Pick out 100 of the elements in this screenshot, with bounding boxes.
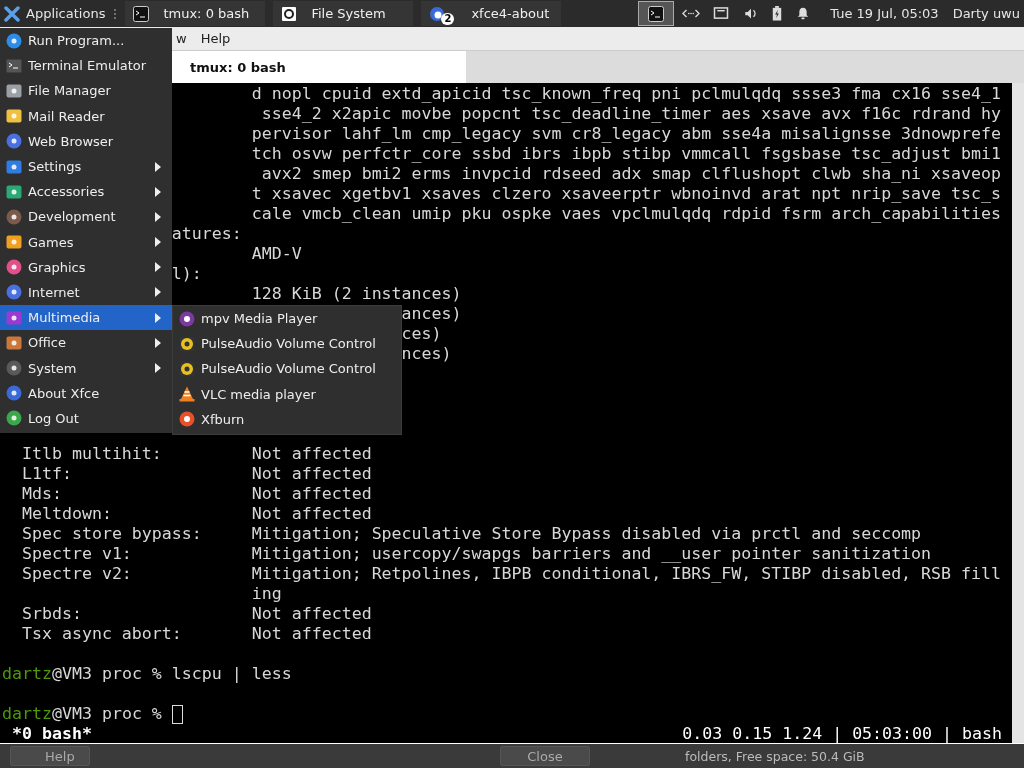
menu-item[interactable]: Internet — [0, 279, 172, 306]
menu-item-label: Development — [28, 209, 117, 225]
terminal-text: AMD-V — [251, 244, 302, 264]
terminal-text: cale vmcb_clean umip pku ospke vaes vpclmulqdq rdpid fsrm arch_capabilities — [251, 204, 1002, 224]
terminal-text: 128 KiB (2 instances) — [251, 284, 462, 304]
terminal-text: L1tf: — [21, 464, 72, 484]
menu-item[interactable]: System — [0, 355, 172, 381]
menu-bar-item[interactable]: Help — [200, 31, 231, 46]
terminal-text: Not affected — [251, 504, 373, 524]
help-button[interactable]: Help — [10, 746, 90, 766]
menu-item[interactable]: Mail Reader — [0, 103, 172, 129]
terminal-text: nces) — [401, 344, 452, 364]
menu-item-label: VLC media player — [201, 386, 317, 402]
menu-item[interactable]: Development — [0, 204, 172, 230]
terminal-text: pervisor lahf_lm cmp_legacy svm cr8_legacy abm sse4a misalignsse 3dnowprefe — [251, 124, 1002, 144]
menu-item[interactable]: PulseAudio Volume Control — [173, 356, 401, 382]
terminal-text: Spectre v2: — [21, 564, 132, 584]
menu-item[interactable]: Settings — [0, 153, 172, 180]
menu-item[interactable]: Web Browser — [0, 128, 172, 154]
close-button[interactable]: Close — [500, 746, 590, 766]
menu-item-label: Run Program... — [28, 33, 126, 49]
terminal-text: Not affected — [251, 624, 373, 644]
terminal-text: Mitigation; Speculative Store Bypass disabled via prctl and seccomp — [251, 524, 923, 544]
menu-item-label: Accessories — [28, 184, 106, 200]
terminal-text: Mitigation; Retpolines, IBPB conditional, IBRS_FW, STIBP disabled, RSB fill — [251, 564, 1003, 584]
terminal-icon — [648, 5, 665, 22]
terminal-text: Not affected — [251, 484, 373, 504]
status-text: 0.03 0.15 1.24 | 05:03:00 | bash — [682, 724, 1002, 743]
menu-item-label: Settings — [28, 159, 83, 175]
menu-item-label: mpv Media Player — [201, 311, 319, 327]
prompt-user: dartz — [2, 704, 52, 724]
menu-item-label: PulseAudio Volume Control — [201, 361, 377, 377]
terminal-text: Not affected — [251, 444, 373, 464]
menu-item-label: Games — [28, 234, 75, 250]
status-text: folders, Free space: 50.4 GiB — [685, 748, 865, 764]
menu-item[interactable]: Games — [0, 229, 172, 255]
traffic-cone-icon — [179, 386, 195, 403]
menu-item[interactable]: Accessories — [0, 179, 172, 205]
menu-item-label: Web Browser — [28, 133, 115, 149]
terminal-text: ces) — [401, 324, 442, 344]
menu-item[interactable]: Office — [0, 330, 172, 356]
terminal-text: Tsx async abort: — [21, 624, 182, 644]
count-badge: 2 — [441, 12, 455, 25]
terminal-text: Mds: — [21, 484, 62, 504]
taskbar-button[interactable]: File System — [273, 1, 414, 26]
terminal-text: Spectre v1: — [21, 544, 132, 564]
terminal-icon — [133, 5, 150, 22]
menu-item[interactable]: PulseAudio Volume Control — [173, 331, 401, 357]
clock[interactable]: Tue 19 Jul, 05:03 — [830, 6, 939, 21]
menu-item-label: Multimedia — [28, 310, 102, 326]
menu-item[interactable]: Xfburn — [173, 406, 401, 432]
menu-item-label: Graphics — [28, 259, 87, 275]
terminal-text: avx2 smep bmi2 erms invpcid rdseed adx smap clflushopt clwb sha_ni xsaveop — [260, 164, 1002, 184]
menu-item-label: File Manager — [28, 83, 112, 99]
user-name[interactable]: Darty uwu — [952, 6, 1020, 21]
menu-item-label: System — [28, 360, 78, 376]
x-logo-icon — [4, 5, 20, 22]
terminal-text: Not affected — [251, 604, 373, 624]
speaker-icon — [179, 360, 195, 377]
terminal-text: atures: — [171, 224, 242, 244]
terminal-text: Itlb multihit: — [21, 444, 162, 464]
menu-item-label: PulseAudio Volume Control — [201, 336, 377, 352]
battery-icon[interactable] — [772, 6, 783, 21]
terminal-text: tch osvw perfctr_core ssbd ibrs ibpb stibp vmmcall fsgsbase tsc_adjust bmi1 — [251, 144, 1002, 164]
terminal-text: d nopl cpuid extd_apicid tsc_known_freq pni pclmulqdq ssse3 fma cx16 sse4_1 — [251, 84, 1002, 104]
menu-item-label: Terminal Emulator — [28, 58, 148, 74]
terminal-text: Mitigation; usercopy/swapgs barriers and __user pointer sanitization — [251, 544, 933, 564]
menu-bar-item[interactable]: w — [176, 31, 187, 46]
terminal-text: Meltdown: — [21, 504, 112, 524]
menu-item[interactable]: Graphics — [0, 254, 172, 280]
scrollbar[interactable] — [1012, 83, 1024, 743]
terminal-icon — [6, 57, 22, 74]
menu-item-label: Xfburn — [201, 411, 246, 427]
window-indicator: *0 bash* — [12, 724, 92, 743]
prompt-user: dartz — [2, 664, 52, 684]
menu-item-label: Mail Reader — [28, 108, 106, 124]
taskbar-button[interactable]: tmux: 0 bash — [125, 1, 266, 26]
terminal-text: l): — [171, 264, 202, 284]
terminal-text: ances) — [401, 304, 462, 324]
prompt-text: @VM3 proc % — [51, 704, 162, 724]
menu-item[interactable]: mpv Media Player — [173, 306, 401, 332]
menu-item-label: Log Out — [28, 410, 80, 426]
menu-item[interactable]: Multimedia — [0, 305, 172, 331]
menu-item[interactable]: Run Program... — [0, 28, 172, 54]
menu-item[interactable]: VLC media player — [173, 381, 401, 407]
menu-item[interactable]: About Xfce — [0, 380, 172, 406]
applications-menu-button[interactable]: Applications — [0, 1, 110, 26]
terminal-text: t xsavec xgetbv1 xsaves clzero xsaveerptr wbnoinvd arat npt nrip_save tsc_s — [251, 184, 1002, 204]
code-icon[interactable] — [682, 7, 701, 20]
menu-item-label: Office — [28, 335, 67, 351]
menu-item[interactable]: Log Out — [0, 405, 172, 431]
terminal-launcher-button[interactable] — [638, 1, 675, 26]
taskbar-button[interactable]: 2 xfce4-about — [421, 1, 562, 26]
terminal-text: Not affected — [251, 464, 373, 484]
terminal-text: Spec store bypass: — [21, 524, 202, 544]
menu-item-label: About Xfce — [28, 385, 101, 401]
menu-item-label: Internet — [28, 284, 81, 300]
terminal-text: sse4_2 x2apic movbe popcnt tsc_deadline_timer aes xsave avx f16c rdrand hy — [260, 104, 1002, 124]
network-icon[interactable] — [712, 7, 731, 20]
drive-icon — [281, 5, 298, 22]
